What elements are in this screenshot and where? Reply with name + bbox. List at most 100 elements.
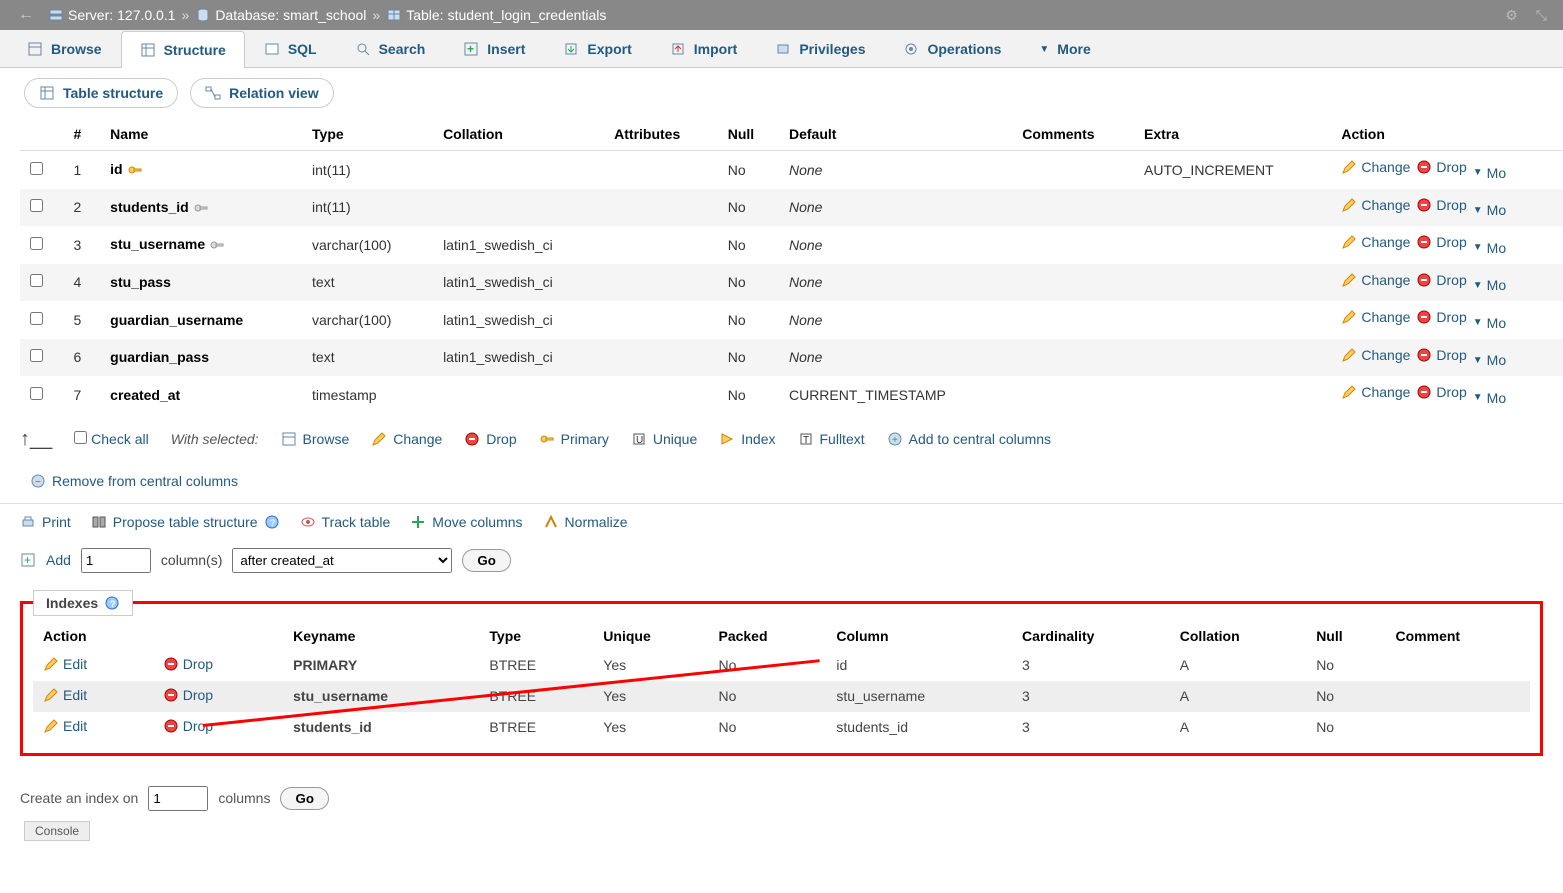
- tab-import[interactable]: Import: [651, 30, 757, 67]
- tab-label: Browse: [51, 41, 102, 57]
- idx-column-header: Column: [826, 622, 1012, 650]
- help-icon[interactable]: ?: [104, 595, 120, 611]
- more-link[interactable]: ▼ Mo: [1473, 202, 1506, 218]
- col-actions: Change Drop ▼ Mo: [1331, 189, 1563, 227]
- tab-label: Insert: [487, 41, 525, 57]
- row-checkbox[interactable]: [30, 237, 43, 250]
- tab-export[interactable]: Export: [544, 30, 650, 67]
- browse-icon: [281, 431, 297, 447]
- database-icon: [195, 7, 211, 23]
- back-button[interactable]: ←: [10, 6, 42, 24]
- row-checkbox[interactable]: [30, 312, 43, 325]
- position-select[interactable]: after created_at: [232, 548, 452, 573]
- drop-link[interactable]: Drop: [1416, 272, 1466, 288]
- change-link[interactable]: Change: [1341, 347, 1410, 363]
- tab-operations[interactable]: Operations: [884, 30, 1020, 67]
- tab-structure[interactable]: Structure: [121, 31, 245, 68]
- tab-search[interactable]: Search: [336, 30, 445, 67]
- drop-link[interactable]: Drop: [1416, 347, 1466, 363]
- create-index-cols: columns: [218, 790, 270, 806]
- pencil-icon: [1341, 159, 1357, 175]
- more-link[interactable]: ▼ Mo: [1473, 165, 1506, 181]
- idx-null: No: [1306, 681, 1385, 712]
- create-index-go[interactable]: Go: [280, 787, 329, 810]
- indexes-section: Indexes ? Action Keyname Type Unique Pac…: [20, 601, 1543, 756]
- breadcrumb-database[interactable]: Database: smart_school: [195, 7, 366, 23]
- idx-packed: No: [708, 712, 826, 743]
- create-index-count[interactable]: [148, 786, 208, 811]
- check-all-label[interactable]: Check all: [91, 431, 149, 447]
- more-link[interactable]: ▼ Mo: [1473, 277, 1506, 293]
- row-checkbox[interactable]: [30, 274, 43, 287]
- relation-view-tab[interactable]: Relation view: [190, 78, 333, 108]
- breadcrumb-server[interactable]: Server: 127.0.0.1: [48, 7, 176, 23]
- col-type: text: [302, 339, 433, 377]
- browse-icon: [27, 41, 43, 57]
- bulk-add-central[interactable]: +Add to central columns: [887, 431, 1051, 447]
- propose-link[interactable]: Propose table structure ?: [91, 514, 280, 530]
- change-link[interactable]: Change: [1341, 234, 1410, 250]
- tab-more[interactable]: ▼More: [1020, 30, 1109, 67]
- normalize-link[interactable]: Normalize: [543, 514, 628, 530]
- change-link[interactable]: Change: [1341, 197, 1410, 213]
- tab-privileges[interactable]: Privileges: [756, 30, 884, 67]
- more-link[interactable]: ▼ Mo: [1473, 352, 1506, 368]
- tab-sql[interactable]: SQL: [245, 30, 336, 67]
- change-link[interactable]: Change: [1341, 272, 1410, 288]
- add-label[interactable]: Add: [46, 552, 71, 568]
- drop-link[interactable]: Drop: [1416, 197, 1466, 213]
- col-name: id: [110, 161, 122, 177]
- fulltext-icon: T: [798, 431, 814, 447]
- pencil-icon: [1341, 272, 1357, 288]
- add-go-button[interactable]: Go: [462, 549, 511, 572]
- index-drop-link[interactable]: Drop: [163, 656, 213, 672]
- bulk-browse[interactable]: Browse: [281, 431, 350, 447]
- collapse-icon[interactable]: ⤡: [1530, 7, 1553, 24]
- check-all[interactable]: Check all: [74, 431, 148, 447]
- more-link[interactable]: ▼ Mo: [1473, 240, 1506, 256]
- col-actions: Change Drop ▼ Mo: [1331, 301, 1563, 339]
- index-edit-link[interactable]: Edit: [43, 656, 87, 672]
- bulk-index[interactable]: Index: [719, 431, 775, 447]
- track-link[interactable]: Track table: [300, 514, 391, 530]
- col-actions: Change Drop ▼ Mo: [1331, 376, 1563, 414]
- bulk-primary[interactable]: Primary: [539, 431, 609, 447]
- change-link[interactable]: Change: [1341, 384, 1410, 400]
- row-checkbox[interactable]: [30, 349, 43, 362]
- drop-link[interactable]: Drop: [1416, 384, 1466, 400]
- gear-icon[interactable]: ⚙: [1499, 7, 1524, 24]
- add-count-input[interactable]: [81, 548, 151, 573]
- change-link[interactable]: Change: [1341, 309, 1410, 325]
- console-button[interactable]: Console: [24, 821, 90, 841]
- row-checkbox[interactable]: [30, 199, 43, 212]
- table-structure-tab[interactable]: Table structure: [24, 78, 178, 108]
- cols-label: column(s): [161, 552, 222, 568]
- index-edit-link[interactable]: Edit: [43, 687, 87, 703]
- bulk-change[interactable]: Change: [371, 431, 442, 447]
- eye-icon: [300, 514, 316, 530]
- change-link[interactable]: Change: [1341, 159, 1410, 175]
- index-drop-link[interactable]: Drop: [163, 687, 213, 703]
- bulk-drop[interactable]: Drop: [464, 431, 516, 447]
- row-checkbox[interactable]: [30, 162, 43, 175]
- col-attributes: [604, 189, 718, 227]
- print-link[interactable]: Print: [20, 514, 71, 530]
- bulk-unique[interactable]: UUnique: [631, 431, 697, 447]
- more-link[interactable]: ▼ Mo: [1473, 390, 1506, 406]
- row-checkbox[interactable]: [30, 387, 43, 400]
- breadcrumb-table[interactable]: Table: student_login_credentials: [386, 7, 606, 23]
- tab-label: SQL: [288, 41, 317, 57]
- tab-browse[interactable]: Browse: [8, 30, 121, 67]
- bulk-fulltext[interactable]: TFulltext: [798, 431, 865, 447]
- bulk-remove-central[interactable]: −Remove from central columns: [30, 473, 1543, 489]
- more-link[interactable]: ▼ Mo: [1473, 315, 1506, 331]
- table-value: student_login_credentials: [448, 7, 607, 23]
- tab-insert[interactable]: +Insert: [444, 30, 544, 67]
- drop-link[interactable]: Drop: [1416, 309, 1466, 325]
- index-edit-link[interactable]: Edit: [43, 718, 87, 734]
- drop-icon: [163, 687, 179, 703]
- check-all-checkbox[interactable]: [74, 431, 87, 444]
- drop-link[interactable]: Drop: [1416, 234, 1466, 250]
- move-link[interactable]: Move columns: [410, 514, 522, 530]
- drop-link[interactable]: Drop: [1416, 159, 1466, 175]
